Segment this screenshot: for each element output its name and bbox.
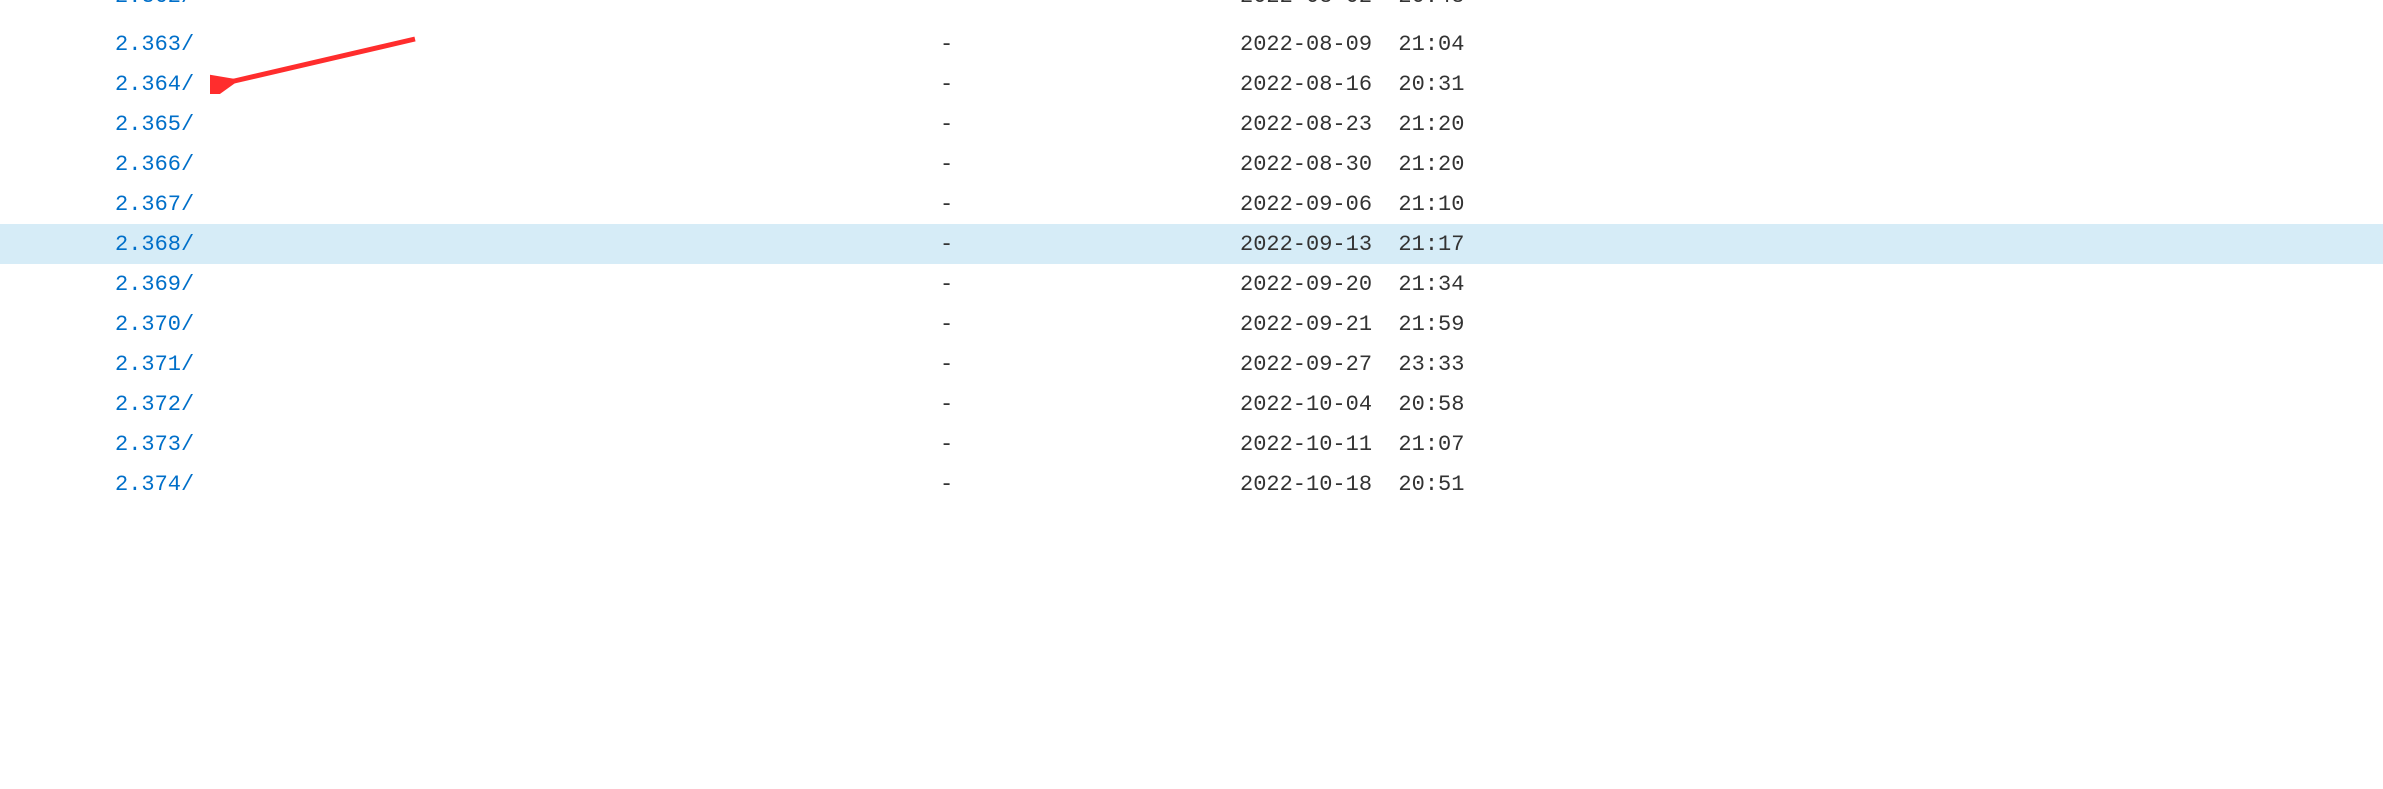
directory-listing: 2.362/-2022-08-02 20:482.363/-2022-08-09… [0,0,2383,504]
size-column: - [940,192,1240,217]
directory-link[interactable]: 2.362/ [115,0,194,9]
listing-row: 2.368/ -2022-09-13 21:17 [0,224,2383,264]
date-column: 2022-08-16 20:31 [1240,72,2383,97]
listing-row: 2.367/ -2022-09-06 21:10 [0,184,2383,224]
name-column: 2.373/ [115,432,940,457]
directory-link[interactable]: 2.370/ [115,312,194,337]
name-column: 2.374/ [115,472,940,497]
directory-link[interactable]: 2.372/ [115,392,194,417]
name-column: 2.368/ [115,232,940,257]
listing-row: 2.369/ -2022-09-20 21:34 [0,264,2383,304]
name-column: 2.371/ [115,352,940,377]
date-column: 2022-09-13 21:17 [1240,232,2383,257]
size-column: - [940,0,1240,9]
size-column: - [940,152,1240,177]
name-column: 2.370/ [115,312,940,337]
directory-link[interactable]: 2.364/ [115,72,194,97]
date-column: 2022-10-04 20:58 [1240,392,2383,417]
name-column: 2.362/ [115,0,940,9]
listing-row: 2.364/ -2022-08-16 20:31 [0,64,2383,104]
name-column: 2.365/ [115,112,940,137]
size-column: - [940,72,1240,97]
size-column: - [940,112,1240,137]
date-column: 2022-08-23 21:20 [1240,112,2383,137]
listing-row: 2.365/ -2022-08-23 21:20 [0,104,2383,144]
directory-link[interactable]: 2.365/ [115,112,194,137]
date-column: 2022-09-06 21:10 [1240,192,2383,217]
size-column: - [940,32,1240,57]
date-column: 2022-10-18 20:51 [1240,472,2383,497]
directory-link[interactable]: 2.373/ [115,432,194,457]
directory-link[interactable]: 2.363/ [115,32,194,57]
date-column: 2022-09-21 21:59 [1240,312,2383,337]
date-column: 2022-08-30 21:20 [1240,152,2383,177]
directory-link[interactable]: 2.367/ [115,192,194,217]
listing-row: 2.363/ -2022-08-09 21:04 [0,24,2383,64]
listing-row: 2.370/ -2022-09-21 21:59 [0,304,2383,344]
size-column: - [940,392,1240,417]
date-column: 2022-10-11 21:07 [1240,432,2383,457]
directory-link[interactable]: 2.366/ [115,152,194,177]
name-column: 2.367/ [115,192,940,217]
listing-row: 2.366/ -2022-08-30 21:20 [0,144,2383,184]
date-column: 2022-09-27 23:33 [1240,352,2383,377]
date-column: 2022-08-09 21:04 [1240,32,2383,57]
name-column: 2.363/ [115,32,940,57]
directory-link[interactable]: 2.368/ [115,232,194,257]
size-column: - [940,432,1240,457]
name-column: 2.364/ [115,72,940,97]
name-column: 2.366/ [115,152,940,177]
date-column: 2022-08-02 20:48 [1240,0,2383,9]
name-column: 2.372/ [115,392,940,417]
size-column: - [940,232,1240,257]
listing-row: 2.374/ -2022-10-18 20:51 [0,464,2383,504]
listing-row: 2.371/ -2022-09-27 23:33 [0,344,2383,384]
directory-link[interactable]: 2.371/ [115,352,194,377]
listing-row: 2.373/ -2022-10-11 21:07 [0,424,2383,464]
listing-row: 2.362/ -2022-08-02 20:48 [0,0,2383,24]
size-column: - [940,272,1240,297]
directory-link[interactable]: 2.369/ [115,272,194,297]
listing-row: 2.372/ -2022-10-04 20:58 [0,384,2383,424]
date-column: 2022-09-20 21:34 [1240,272,2383,297]
directory-link[interactable]: 2.374/ [115,472,194,497]
name-column: 2.369/ [115,272,940,297]
size-column: - [940,312,1240,337]
size-column: - [940,352,1240,377]
size-column: - [940,472,1240,497]
